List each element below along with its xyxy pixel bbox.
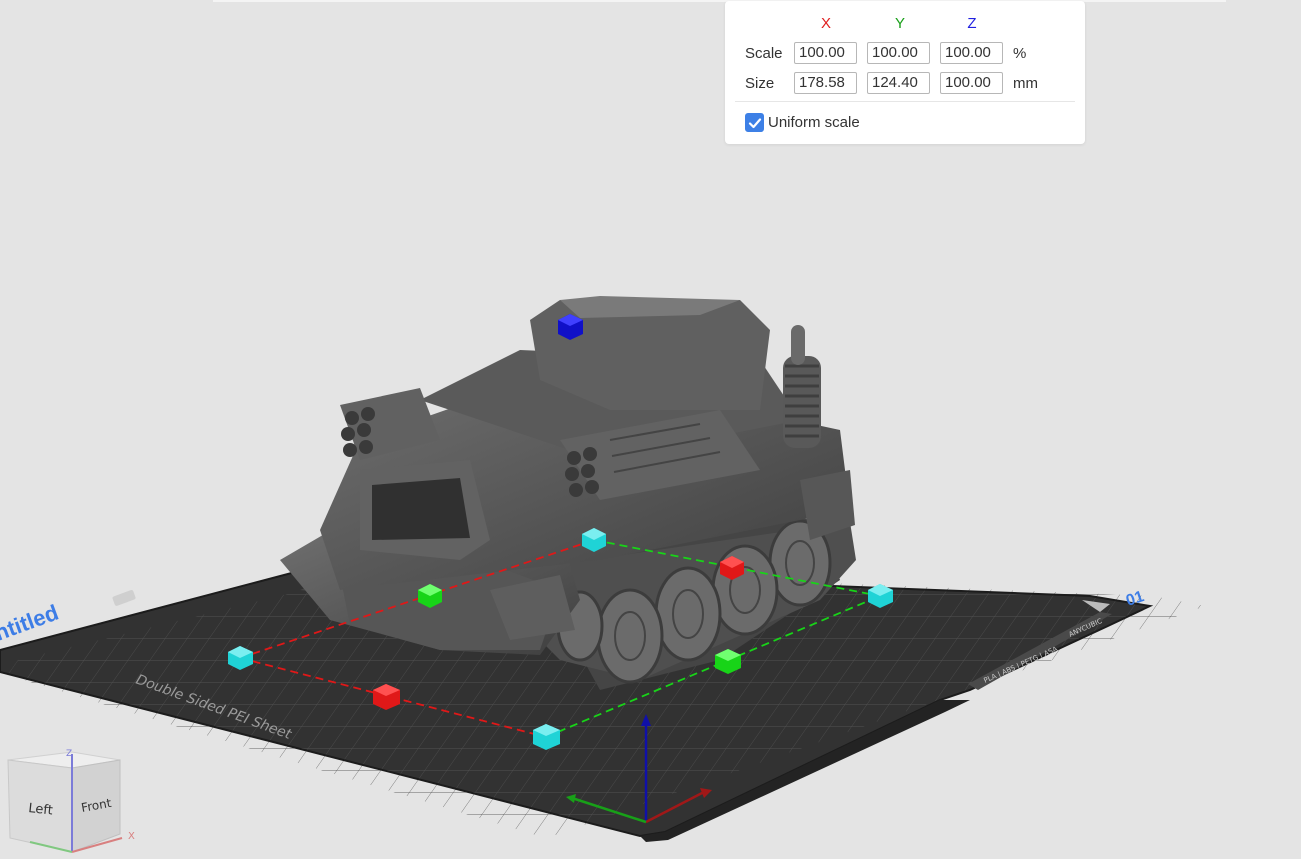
scale-row-label: Scale bbox=[745, 45, 783, 62]
axis-header-y: Y bbox=[894, 15, 905, 32]
3d-viewport[interactable]: Double Sided PEI Sheet ntitled 01 PLA | … bbox=[0, 0, 1301, 859]
uniform-scale-label[interactable]: Uniform scale bbox=[768, 114, 860, 131]
navcube-z-label: Z bbox=[66, 749, 72, 759]
scale-y-input[interactable] bbox=[867, 42, 930, 64]
scale-panel: X Y Z Scale % Size mm Uniform scale bbox=[725, 1, 1085, 144]
size-x-input[interactable] bbox=[794, 72, 857, 94]
scale-z-input[interactable] bbox=[940, 42, 1003, 64]
scale-unit: % bbox=[1013, 45, 1027, 62]
scale-x-input[interactable] bbox=[794, 42, 857, 64]
size-unit: mm bbox=[1013, 75, 1038, 92]
size-z-input[interactable] bbox=[940, 72, 1003, 94]
size-row-label: Size bbox=[745, 75, 775, 92]
size-y-input[interactable] bbox=[867, 72, 930, 94]
build-plate-scene[interactable]: Double Sided PEI Sheet ntitled 01 PLA | … bbox=[0, 0, 1301, 859]
axis-header-x: X bbox=[820, 15, 831, 32]
uniform-scale-checkbox[interactable] bbox=[745, 113, 764, 132]
view-navigation-cube[interactable]: Left Front Z X bbox=[0, 740, 150, 859]
axis-header-z: Z bbox=[967, 15, 977, 32]
plate-lock-icon[interactable] bbox=[112, 589, 136, 606]
panel-divider bbox=[735, 101, 1075, 102]
navcube-x-label: X bbox=[128, 831, 135, 842]
navcube-left-label: Left bbox=[28, 801, 54, 818]
check-icon bbox=[748, 117, 761, 128]
